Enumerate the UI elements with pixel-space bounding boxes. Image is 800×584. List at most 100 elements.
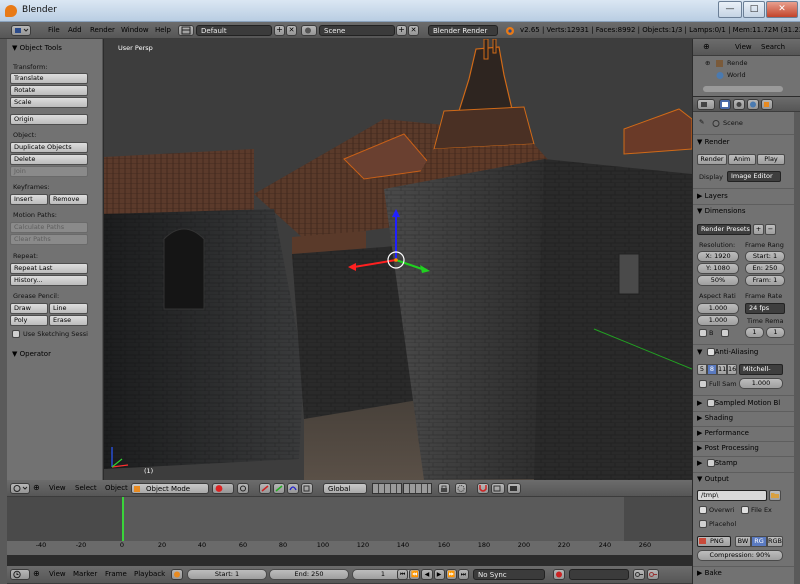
placeholders-checkbox[interactable] bbox=[699, 520, 707, 528]
properties-editor-type-button[interactable] bbox=[697, 99, 715, 110]
scene-browse-button[interactable] bbox=[301, 25, 317, 36]
insert-keyframes-button[interactable] bbox=[633, 569, 645, 580]
render-panel-header[interactable]: ▼ Render bbox=[697, 138, 730, 146]
operator-panel-title[interactable]: ▼ Operator bbox=[12, 350, 51, 358]
menu-file[interactable]: File bbox=[48, 26, 60, 34]
menu-select[interactable]: Select bbox=[75, 484, 97, 492]
3d-editor-type-button[interactable] bbox=[10, 483, 30, 494]
crop-checkbox[interactable] bbox=[721, 329, 729, 337]
aa-samples-5[interactable]: 5 bbox=[697, 364, 707, 375]
viewport-shading-button[interactable] bbox=[212, 483, 234, 494]
origin-button[interactable]: Origin bbox=[10, 114, 88, 125]
outliner-item-world[interactable]: World bbox=[727, 71, 746, 79]
shading-panel-header[interactable]: ▶ Shading bbox=[697, 414, 733, 422]
draw-button[interactable]: Draw bbox=[10, 303, 48, 314]
erase-button[interactable]: Erase bbox=[49, 315, 88, 326]
stamp-checkbox[interactable] bbox=[707, 459, 715, 467]
timeline-editor-type-button[interactable] bbox=[10, 569, 30, 580]
menu-object[interactable]: Object bbox=[105, 484, 128, 492]
scene-layers-grid[interactable] bbox=[372, 483, 432, 494]
poly-button[interactable]: Poly bbox=[10, 315, 48, 326]
lock-camera-button[interactable] bbox=[438, 483, 450, 494]
insert-keyframe-button[interactable]: Insert bbox=[10, 194, 48, 205]
snap-element-button[interactable] bbox=[491, 483, 505, 494]
proportional-edit-button[interactable] bbox=[455, 483, 467, 494]
play-animation-button[interactable]: Play bbox=[757, 154, 785, 165]
maximize-button[interactable]: □ bbox=[743, 1, 765, 18]
pin-icon[interactable]: ✎ bbox=[699, 118, 704, 126]
outliner-menu-search[interactable]: Search bbox=[761, 43, 785, 51]
render-tab[interactable] bbox=[719, 99, 731, 110]
post-processing-panel-header[interactable]: ▶ Post Processing bbox=[697, 444, 759, 452]
timeline-menu-view[interactable]: View bbox=[49, 570, 66, 578]
outliner-tree[interactable]: ⊕ Rende World bbox=[693, 56, 800, 96]
menu-view[interactable]: View bbox=[49, 484, 66, 492]
time-remap-old-field[interactable]: 1 bbox=[745, 327, 764, 338]
object-tools-title[interactable]: ▼ Object Tools bbox=[12, 44, 62, 52]
remove-keyframe-button[interactable]: Remove bbox=[49, 194, 88, 205]
pivot-point-button[interactable] bbox=[237, 483, 249, 494]
frame-end-field[interactable]: End: 250 bbox=[269, 569, 349, 580]
frame-rate-select[interactable]: 24 fps bbox=[745, 303, 785, 314]
render-engine-select[interactable]: Blender Render bbox=[428, 25, 498, 36]
join-button[interactable]: Join bbox=[10, 166, 88, 177]
aa-filter-select[interactable]: Mitchell- bbox=[739, 364, 783, 375]
layout-name-field[interactable]: Default bbox=[196, 25, 272, 36]
aspect-y-field[interactable]: 1.000 bbox=[697, 315, 739, 326]
output-panel-header[interactable]: ▼ Output bbox=[697, 475, 729, 483]
scene-add-icon[interactable]: + bbox=[396, 25, 407, 36]
timeline-collapse-icon[interactable]: ⊕ bbox=[33, 569, 40, 578]
3d-viewport[interactable]: User Persp (1) bbox=[104, 39, 692, 480]
play-button[interactable]: ▶ bbox=[433, 569, 445, 580]
jump-start-button[interactable]: ⏮ bbox=[397, 569, 409, 580]
aspect-x-field[interactable]: 1.000 bbox=[697, 303, 739, 314]
motion-blur-checkbox[interactable] bbox=[707, 399, 715, 407]
minimize-button[interactable]: — bbox=[718, 1, 742, 18]
render-animation-button[interactable]: Anim bbox=[728, 154, 756, 165]
file-extensions-checkbox[interactable] bbox=[741, 506, 749, 514]
prev-keyframe-button[interactable]: ⏪ bbox=[409, 569, 421, 580]
overwrite-checkbox[interactable] bbox=[699, 506, 707, 514]
keying-set-field[interactable] bbox=[569, 569, 629, 580]
outliner-menu-view[interactable]: View bbox=[735, 43, 752, 51]
delete-keyframes-button[interactable] bbox=[647, 569, 659, 580]
delete-button[interactable]: Delete bbox=[10, 154, 88, 165]
resolution-x-field[interactable]: X: 1920 bbox=[697, 251, 739, 262]
add-preset-button[interactable]: + bbox=[753, 224, 764, 235]
outliner-item-render[interactable]: Rende bbox=[727, 59, 747, 67]
timeline-menu-marker[interactable]: Marker bbox=[73, 570, 97, 578]
scene-tab[interactable] bbox=[733, 99, 745, 110]
dimensions-panel-header[interactable]: ▼ Dimensions bbox=[697, 207, 745, 215]
header-collapse-icon[interactable]: ⊕ bbox=[33, 483, 40, 492]
render-presets-select[interactable]: Render Presets bbox=[697, 224, 751, 235]
history-button[interactable]: History... bbox=[10, 275, 88, 286]
clear-paths-button[interactable]: Clear Paths bbox=[10, 234, 88, 245]
layers-panel-header[interactable]: ▶ Layers bbox=[697, 192, 728, 200]
timeline-editor[interactable]: -40 -20 0 20 40 60 80 100 120 140 160 18… bbox=[7, 497, 692, 555]
color-mode-bw[interactable]: BW bbox=[735, 536, 751, 547]
timeline-menu-frame[interactable]: Frame bbox=[105, 570, 127, 578]
layout-add-icon[interactable]: + bbox=[274, 25, 285, 36]
scale-button[interactable]: Scale bbox=[10, 97, 88, 108]
time-remap-new-field[interactable]: 1 bbox=[766, 327, 785, 338]
frame-start-field[interactable]: Start: 1 bbox=[187, 569, 267, 580]
translate-manipulator-button[interactable] bbox=[273, 483, 285, 494]
layout-remove-icon[interactable]: ✕ bbox=[286, 25, 297, 36]
compression-field[interactable]: Compression: 90% bbox=[697, 550, 783, 561]
color-mode-rgba[interactable]: RGB bbox=[767, 536, 783, 547]
remove-preset-button[interactable]: − bbox=[765, 224, 776, 235]
aa-samples-8[interactable]: 8 bbox=[707, 364, 717, 375]
manipulator-toggle-button[interactable] bbox=[259, 483, 271, 494]
menu-add[interactable]: Add bbox=[68, 26, 82, 34]
preview-range-button[interactable] bbox=[171, 569, 183, 580]
transform-orientation-select[interactable]: Global bbox=[323, 483, 367, 494]
outliner-collapse-icon[interactable]: ⊕ bbox=[703, 42, 710, 51]
interaction-mode-select[interactable]: Object Mode bbox=[131, 483, 209, 494]
line-button[interactable]: Line bbox=[49, 303, 88, 314]
resolution-percentage-field[interactable]: 50% bbox=[697, 275, 739, 286]
output-path-field[interactable]: /tmp\ bbox=[697, 490, 767, 501]
border-checkbox[interactable] bbox=[699, 329, 707, 337]
object-tab[interactable] bbox=[761, 99, 773, 110]
frame-step-field[interactable]: Fram: 1 bbox=[745, 275, 785, 286]
scale-manipulator-button[interactable] bbox=[301, 483, 313, 494]
